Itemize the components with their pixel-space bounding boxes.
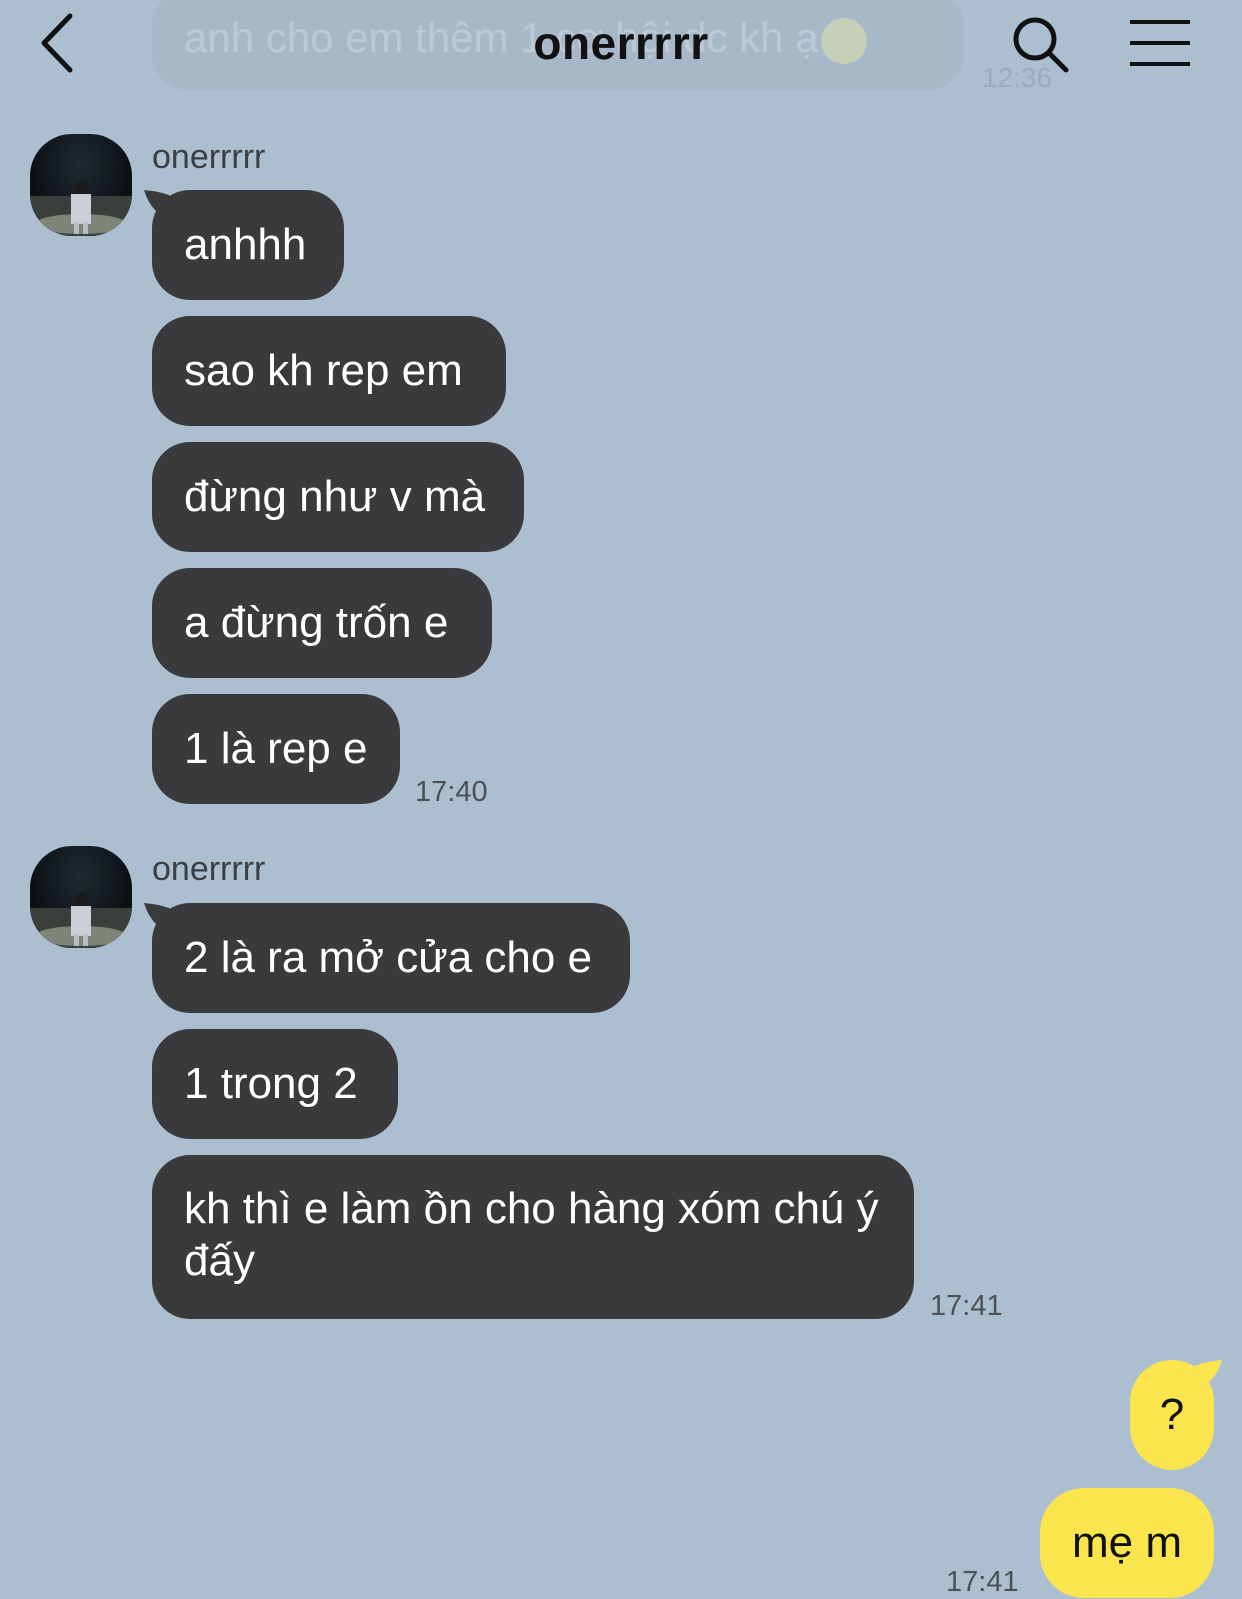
message-bubble[interactable]: kh thì e làm ồn cho hàng xóm chú ý đấy bbox=[152, 1155, 914, 1319]
message-bubble[interactable]: a đừng trốn e bbox=[152, 568, 492, 678]
sender-name: onerrrrr bbox=[152, 138, 266, 176]
sender-name: onerrrrr bbox=[152, 850, 266, 888]
message-bubble[interactable]: sao kh rep em bbox=[152, 316, 506, 426]
sender-avatar[interactable] bbox=[30, 134, 132, 236]
message-time: 17:41 bbox=[946, 1566, 1019, 1598]
message-bubble[interactable]: 1 trong 2 bbox=[152, 1029, 398, 1139]
message-bubble[interactable]: đừng như v mà bbox=[152, 442, 524, 552]
my-message-bubble[interactable]: ? bbox=[1130, 1360, 1214, 1470]
message-bubble[interactable]: 1 là rep e bbox=[152, 694, 400, 804]
chat-header: onerrrrr bbox=[0, 0, 1242, 92]
message-time: 17:41 bbox=[930, 1290, 1003, 1322]
my-message-bubble[interactable]: mẹ m bbox=[1040, 1488, 1214, 1598]
message-bubble[interactable]: 2 là ra mở cửa cho e bbox=[152, 903, 630, 1013]
sender-avatar[interactable] bbox=[30, 846, 132, 948]
search-button[interactable] bbox=[1010, 14, 1072, 76]
message-bubble[interactable]: anhhh bbox=[152, 190, 344, 300]
search-icon bbox=[1013, 17, 1069, 73]
message-time: 17:40 bbox=[415, 776, 488, 808]
menu-button[interactable] bbox=[1128, 18, 1192, 68]
hamburger-menu-icon bbox=[1130, 20, 1190, 66]
